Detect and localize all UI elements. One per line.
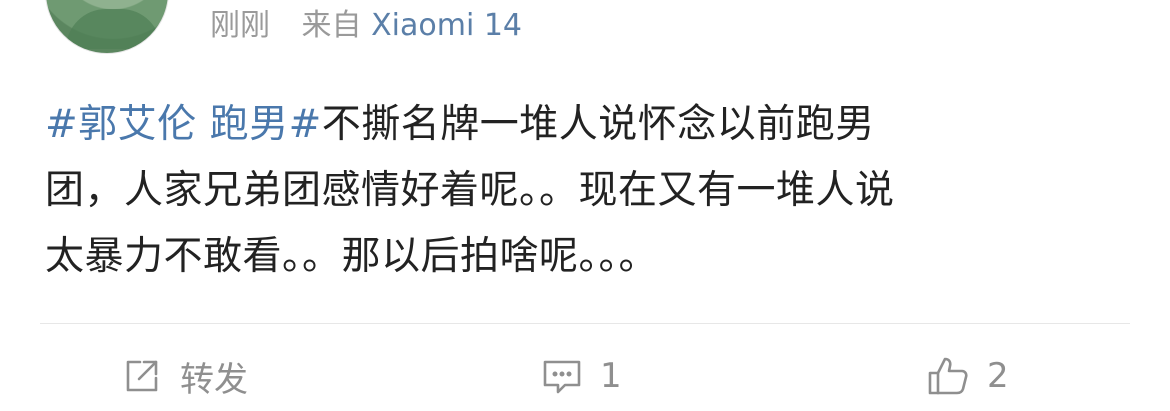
post-time: 刚刚 [210,8,270,43]
divider [40,323,1130,324]
source-prefix: 来自 [301,8,362,43]
content-line-1: #郭艾伦 跑男#不撕名牌一堆人说怀念以前跑男 [45,92,1130,158]
repost-icon [120,354,164,398]
content-line-1-text: 不撕名牌一堆人说怀念以前跑男 [321,102,875,147]
post-meta: 刚刚 来自 Xiaomi 14 [210,8,522,44]
avatar[interactable] [45,0,169,54]
post-content: #郭艾伦 跑男#不撕名牌一堆人说怀念以前跑男 团，人家兄弟团感情好着呢。。现在又… [45,92,1130,290]
topic-link[interactable]: #郭艾伦 跑男# [45,102,322,147]
like-count: 2 [987,356,1009,396]
comment-icon [540,354,584,398]
content-line-3: 太暴力不敢看。。那以后拍啥呢。。。 [45,234,659,279]
comment-button[interactable]: 1 [540,350,622,402]
avatar-shoulder [66,9,161,49]
device-name[interactable]: Xiaomi 14 [371,8,522,43]
content-line-2: 团，人家兄弟团感情好着呢。。现在又有一堆人说 [45,168,895,213]
action-bar: 转发 1 2 [0,336,1170,411]
repost-label: 转发 [180,359,248,400]
comment-count: 1 [600,356,622,396]
like-button[interactable]: 2 [925,350,1009,402]
like-icon [925,353,971,399]
repost-button[interactable]: 转发 [120,350,248,402]
